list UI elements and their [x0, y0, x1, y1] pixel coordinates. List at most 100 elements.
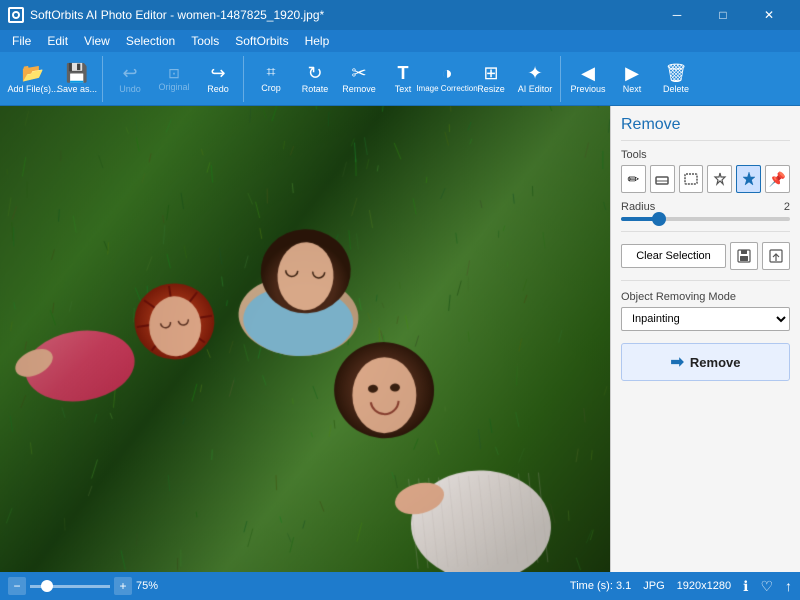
- statusbar-right: Time (s): 3.1 JPG 1920x1280 ℹ ♡ ↑: [570, 578, 792, 595]
- star-wand-tool-button[interactable]: [736, 165, 761, 193]
- ai-editor-icon: ✦: [527, 64, 542, 82]
- add-files-label: Add File(s)...: [8, 84, 59, 94]
- save-as-button[interactable]: 💾 Save as...: [56, 58, 98, 100]
- text-button[interactable]: T Text: [382, 58, 424, 100]
- rotate-button[interactable]: ↻ Rotate: [294, 58, 336, 100]
- divider-2: [621, 280, 790, 281]
- original-icon: ⊡: [168, 66, 180, 80]
- pin-tool-button[interactable]: 📌: [765, 165, 790, 193]
- menu-file[interactable]: File: [4, 32, 39, 50]
- statusbar: − + 75% Time (s): 3.1 JPG 1920x1280 ℹ ♡ …: [0, 572, 800, 600]
- radius-slider[interactable]: [621, 217, 790, 221]
- photo-canvas[interactable]: [0, 106, 610, 572]
- image-correction-button[interactable]: ◑ Image Correction: [426, 58, 468, 100]
- load-mask-button[interactable]: [762, 242, 790, 270]
- pencil-tool-button[interactable]: ✏: [621, 165, 646, 193]
- edit-tools-group: ⌗ Crop ↻ Rotate ✂ Remove T Text ◑ Image …: [246, 56, 561, 102]
- canvas-area[interactable]: [0, 106, 610, 572]
- crop-label: Crop: [261, 83, 281, 93]
- rectangle-tool-button[interactable]: [679, 165, 704, 193]
- menu-edit[interactable]: Edit: [39, 32, 76, 50]
- crop-button[interactable]: ⌗ Crop: [250, 58, 292, 100]
- previous-icon: ◀: [581, 64, 595, 82]
- remove-tool-icon: ✂: [351, 64, 366, 82]
- minimize-button[interactable]: ─: [654, 0, 700, 30]
- resize-icon: ⊞: [483, 64, 498, 82]
- zoom-level: 75%: [136, 580, 158, 592]
- eraser-icon: [654, 171, 670, 187]
- wand-tool-button[interactable]: [707, 165, 732, 193]
- resize-button[interactable]: ⊞ Resize: [470, 58, 512, 100]
- mode-label: Object Removing Mode: [621, 291, 790, 303]
- tools-row: ✏ 📌: [621, 165, 790, 193]
- load-mask-icon: [769, 249, 783, 263]
- menu-tools[interactable]: Tools: [183, 32, 227, 50]
- save-icon: 💾: [66, 64, 88, 82]
- next-label: Next: [623, 84, 642, 94]
- close-button[interactable]: ✕: [746, 0, 792, 30]
- nav-tools-group: ◀ Previous ▶ Next 🗑 Delete: [563, 56, 701, 102]
- panel-title: Remove: [621, 116, 790, 141]
- original-button[interactable]: ⊡ Original: [153, 58, 195, 100]
- undo-button[interactable]: ↩ Undo: [109, 58, 151, 100]
- previous-button[interactable]: ◀ Previous: [567, 58, 609, 100]
- share-icon[interactable]: ↑: [785, 578, 792, 594]
- mode-section: Object Removing Mode Inpainting Content-…: [621, 291, 790, 331]
- titlebar-controls: ─ □ ✕: [654, 0, 792, 30]
- save-mask-icon: [737, 249, 751, 263]
- ai-editor-button[interactable]: ✦ AI Editor: [514, 58, 556, 100]
- star-wand-icon: [741, 171, 757, 187]
- add-files-button[interactable]: 📂 Add File(s)...: [12, 58, 54, 100]
- zoom-slider[interactable]: [30, 585, 110, 588]
- delete-button[interactable]: 🗑 Delete: [655, 58, 697, 100]
- heart-icon[interactable]: ♡: [760, 578, 773, 595]
- resolution-label: 1920x1280: [677, 580, 731, 592]
- radius-section: Radius 2: [621, 201, 790, 221]
- redo-button[interactable]: ↪ Redo: [197, 58, 239, 100]
- image-correction-label: Image Correction: [416, 84, 477, 93]
- tools-label: Tools: [621, 149, 790, 161]
- crop-icon: ⌗: [266, 65, 275, 81]
- menu-selection[interactable]: Selection: [118, 32, 183, 50]
- wand-icon: [712, 171, 728, 187]
- time-label: Time (s): 3.1: [570, 580, 631, 592]
- undo-label: Undo: [119, 84, 141, 94]
- remove-button[interactable]: ➡ Remove: [621, 343, 790, 381]
- previous-label: Previous: [570, 84, 605, 94]
- history-tools-group: ↩ Undo ⊡ Original ↪ Redo: [105, 56, 244, 102]
- redo-icon: ↪: [210, 64, 225, 82]
- info-icon[interactable]: ℹ: [743, 578, 748, 595]
- mode-select[interactable]: Inpainting Content-Aware Fill Solid Colo…: [621, 307, 790, 331]
- rotate-icon: ↻: [307, 64, 322, 82]
- remove-tool-button[interactable]: ✂ Remove: [338, 58, 380, 100]
- next-button[interactable]: ▶ Next: [611, 58, 653, 100]
- menu-help[interactable]: Help: [297, 32, 338, 50]
- eraser-tool-button[interactable]: [650, 165, 675, 193]
- remove-label: Remove: [690, 355, 741, 370]
- app-icon: [8, 7, 24, 23]
- zoom-controls: − + 75%: [8, 577, 158, 595]
- resize-label: Resize: [477, 84, 505, 94]
- divider-1: [621, 231, 790, 232]
- clear-section: Clear Selection: [621, 242, 790, 270]
- clear-selection-button[interactable]: Clear Selection: [621, 244, 726, 268]
- original-label: Original: [158, 82, 189, 92]
- menu-softorbits[interactable]: SoftOrbits: [227, 32, 296, 50]
- titlebar-title: SoftOrbits AI Photo Editor - women-14878…: [30, 8, 324, 22]
- save-mask-button[interactable]: [730, 242, 758, 270]
- delete-icon: 🗑: [665, 64, 688, 82]
- toolbar: 📂 Add File(s)... 💾 Save as... ↩ Undo ⊡ O…: [0, 52, 800, 106]
- add-files-icon: 📂: [22, 64, 44, 82]
- delete-label: Delete: [663, 84, 689, 94]
- zoom-out-button[interactable]: −: [8, 577, 26, 595]
- main-area: Remove Tools ✏ 📌: [0, 106, 800, 572]
- maximize-button[interactable]: □: [700, 0, 746, 30]
- zoom-in-button[interactable]: +: [114, 577, 132, 595]
- statusbar-left: − + 75%: [8, 577, 158, 595]
- right-panel: Remove Tools ✏ 📌: [610, 106, 800, 572]
- image-correction-icon: ◑: [442, 64, 453, 82]
- remove-arrow-icon: ➡: [671, 352, 684, 372]
- save-as-label: Save as...: [57, 84, 97, 94]
- remove-tool-label: Remove: [342, 84, 376, 94]
- menu-view[interactable]: View: [76, 32, 118, 50]
